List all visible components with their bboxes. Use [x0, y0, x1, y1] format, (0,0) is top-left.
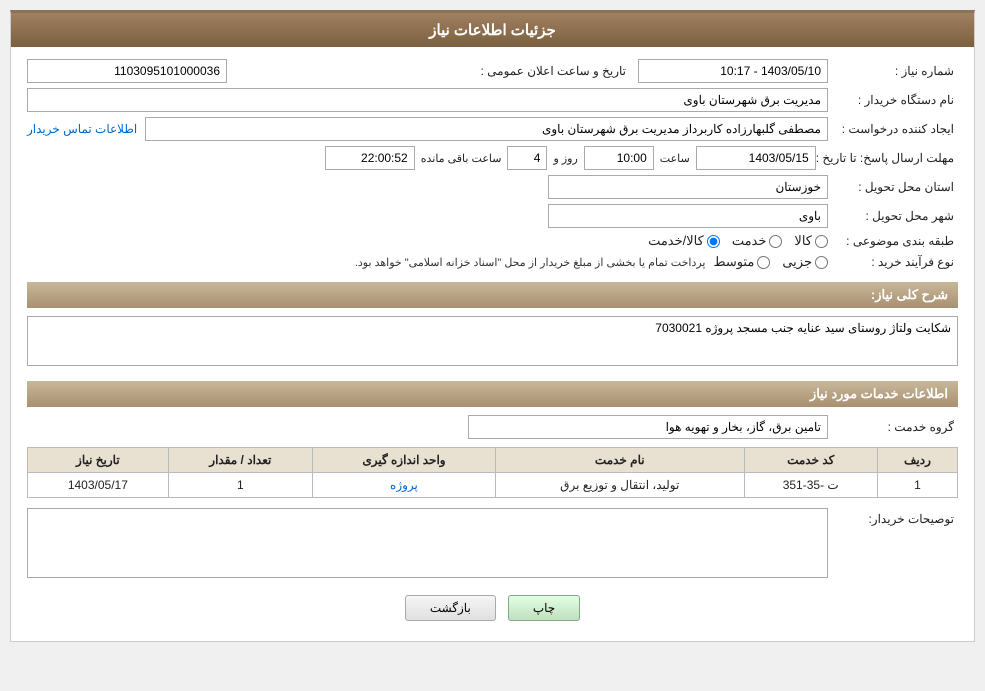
ettelaat-tamas-link[interactable]: اطلاعات تماس خریدار [27, 122, 137, 136]
ostan-label: استان محل تحویل : [828, 180, 958, 194]
col-nam: نام خدمت [495, 448, 744, 473]
radio-khedmat[interactable] [769, 235, 782, 248]
radio-kala-khedmat-item[interactable]: کالا/خدمت [648, 233, 720, 249]
mohlat-label: مهلت ارسال پاسخ: تا تاریخ : [816, 151, 958, 165]
bagi-mande-label: ساعت باقی مانده [421, 152, 502, 165]
page-title: جزئیات اطلاعات نیاز [11, 13, 974, 47]
shahr-label: شهر محل تحویل : [828, 209, 958, 223]
date-input[interactable] [696, 146, 816, 170]
tarikh-elan-label: تاریخ و ساعت اعلان عمومی : [480, 64, 630, 78]
sharh-koli-textarea[interactable] [27, 316, 958, 366]
tabaqe-label: طبقه بندی موضوعی : [828, 234, 958, 248]
col-kod: کد خدمت [744, 448, 877, 473]
radio-kala-label: کالا [794, 233, 812, 249]
noe-farayand-label: نوع فرآیند خرید : [828, 255, 958, 269]
radio-jozi-item[interactable]: جزیی [782, 254, 828, 270]
radio-kala-khedmat-label: کالا/خدمت [648, 233, 704, 249]
cell-vahed_andaze: پروژه [312, 473, 495, 498]
khadamat-section-title: اطلاعات خدمات مورد نیاز [27, 381, 958, 407]
bazgasht-button[interactable]: بازگشت [405, 595, 496, 621]
col-tedad: تعداد / مقدار [168, 448, 312, 473]
radio-motavsat[interactable] [757, 256, 770, 269]
tosih-label: توصیحات خریدار: [828, 508, 958, 526]
col-radif: ردیف [877, 448, 957, 473]
col-tarikh: تاریخ نیاز [28, 448, 169, 473]
radio-khedmat-item[interactable]: خدمت [732, 233, 783, 249]
tosih-textarea[interactable] [27, 508, 828, 578]
tarikh-elan-input[interactable] [638, 59, 828, 83]
cell-radif: 1 [877, 473, 957, 498]
cell-nam_khedmat: تولید، انتقال و توزیع برق [495, 473, 744, 498]
payment-text: پرداخت تمام یا بخشی از مبلغ خریدار از مح… [355, 256, 706, 269]
roz-input[interactable] [507, 146, 547, 170]
cell-tedad_megdar: 1 [168, 473, 312, 498]
bagi-mande-input[interactable] [325, 146, 415, 170]
radio-kala[interactable] [815, 235, 828, 248]
shahr-input[interactable] [548, 204, 828, 228]
saat-input[interactable] [584, 146, 654, 170]
cell-tarikh_niaz: 1403/05/17 [28, 473, 169, 498]
radio-kala-khedmat[interactable] [707, 235, 720, 248]
ijad-konande-input[interactable] [145, 117, 828, 141]
ostan-input[interactable] [548, 175, 828, 199]
cell-kod_khedmat: ت -35-351 [744, 473, 877, 498]
radio-motavsat-label: متوسط [713, 254, 754, 270]
shomara-niaz-label: شماره نیاز : [828, 64, 958, 78]
sharh-koli-section-title: شرح کلی نیاز: [27, 282, 958, 308]
roz-label: روز و [553, 152, 577, 165]
radio-jozi[interactable] [815, 256, 828, 269]
col-vahed: واحد اندازه گیری [312, 448, 495, 473]
shomara-niaz-input[interactable] [27, 59, 227, 83]
gorohe-khedmat-input[interactable] [468, 415, 828, 439]
gorohe-khedmat-label: گروه خدمت : [828, 420, 958, 434]
table-row: 1ت -35-351تولید، انتقال و توزیع برقپروژه… [28, 473, 958, 498]
ijad-konande-label: ایجاد کننده درخواست : [828, 122, 958, 136]
nam-dastgah-input[interactable] [27, 88, 828, 112]
radio-khedmat-label: خدمت [732, 233, 767, 249]
radio-kala-item[interactable]: کالا [794, 233, 828, 249]
nam-dastgah-label: نام دستگاه خریدار : [828, 93, 958, 107]
chap-button[interactable]: چاپ [508, 595, 580, 621]
radio-motavsat-item[interactable]: متوسط [713, 254, 770, 270]
saat-label: ساعت [660, 152, 690, 165]
radio-jozi-label: جزیی [782, 254, 812, 270]
services-table: ردیف کد خدمت نام خدمت واحد اندازه گیری ت… [27, 447, 958, 498]
